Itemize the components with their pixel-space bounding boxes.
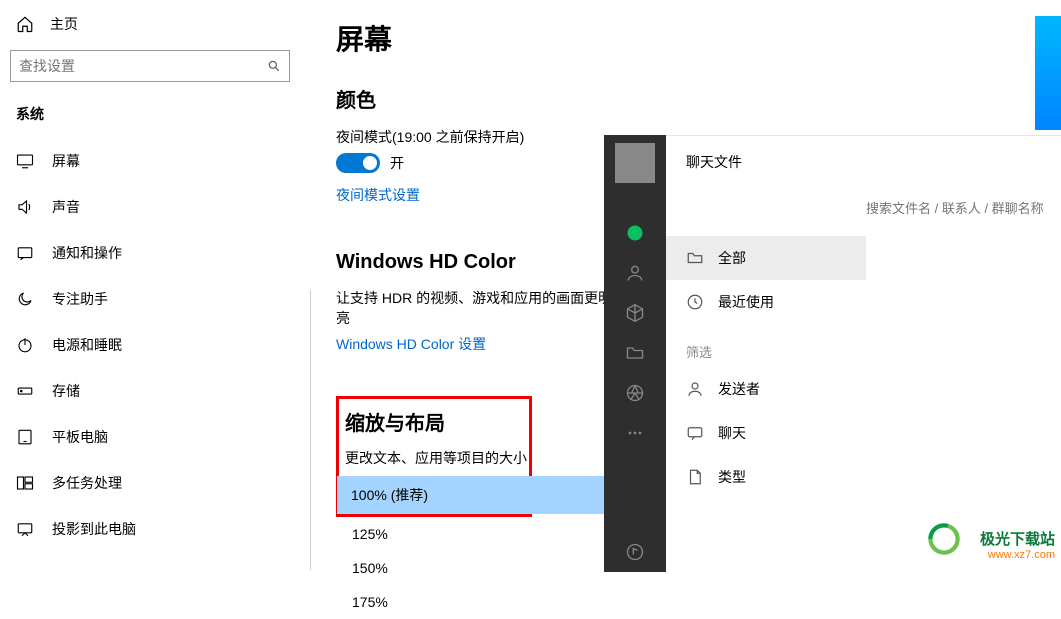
- chat-bubble-icon: [686, 424, 704, 442]
- nav-label: 平板电脑: [52, 427, 108, 447]
- watermark-url: www.xz7.com: [980, 549, 1055, 562]
- sidebar-item-multitask[interactable]: 多任务处理: [0, 460, 300, 506]
- project-icon: [16, 520, 34, 538]
- item-label: 聊天: [718, 423, 746, 443]
- color-heading: 颜色: [336, 84, 630, 113]
- clock-icon: [686, 293, 704, 311]
- nav-label: 投影到此电脑: [52, 519, 136, 539]
- monitor-icon: [16, 152, 34, 170]
- scale-option-100[interactable]: 100% (推荐): [337, 476, 617, 514]
- file-search-input[interactable]: [866, 194, 1047, 222]
- speaker-icon: [16, 198, 34, 216]
- notification-icon: [16, 244, 34, 262]
- settings-sidebar: 主页 系统 屏幕 声音 通知和操作 专注助手 电源和睡眠 存储: [0, 0, 300, 572]
- decorative-blue-strip: [1035, 16, 1061, 130]
- hdcolor-settings-link[interactable]: Windows HD Color 设置: [336, 334, 486, 354]
- toggle-state-text: 开: [390, 153, 404, 173]
- nav-label: 多任务处理: [52, 473, 122, 493]
- search-icon: [267, 59, 281, 73]
- person-icon: [686, 380, 704, 398]
- home-icon: [16, 15, 34, 33]
- power-icon: [16, 336, 34, 354]
- files-nav: 全部 最近使用 筛选 发送者 聊天 类型: [666, 232, 866, 499]
- scale-option-150[interactable]: 150%: [334, 551, 614, 585]
- more-icon[interactable]: [615, 413, 655, 453]
- sidebar-item-sound[interactable]: 声音: [0, 184, 300, 230]
- music-icon[interactable]: [615, 532, 655, 572]
- filter-label: 筛选: [666, 324, 866, 367]
- item-label: 最近使用: [718, 292, 774, 312]
- main-content: 屏幕 颜色 夜间模式(19:00 之前保持开启) 开 夜间模式设置 Window…: [310, 0, 630, 619]
- storage-icon: [16, 382, 34, 400]
- item-label: 全部: [718, 248, 746, 268]
- nav-label: 电源和睡眠: [52, 335, 122, 355]
- files-recent[interactable]: 最近使用: [666, 280, 866, 324]
- scale-desc: 更改文本、应用等项目的大小: [339, 448, 529, 468]
- panel-title: 聊天文件: [666, 136, 1061, 188]
- sidebar-home[interactable]: 主页: [0, 0, 300, 42]
- sidebar-item-display[interactable]: 屏幕: [0, 138, 300, 184]
- nav-label: 屏幕: [52, 151, 80, 171]
- scale-option-175[interactable]: 175%: [334, 585, 614, 619]
- nav-label: 通知和操作: [52, 243, 122, 263]
- category-system-label: 系统: [0, 96, 300, 138]
- multitask-icon: [16, 474, 34, 492]
- chat-files-panel: 聊天文件 全部 最近使用 筛选 发送者 聊天 类型: [666, 135, 1061, 572]
- file-icon: [686, 468, 704, 486]
- contacts-icon[interactable]: [615, 253, 655, 293]
- nav-label: 存储: [52, 381, 80, 401]
- folder-icon[interactable]: [615, 333, 655, 373]
- sidebar-item-notifications[interactable]: 通知和操作: [0, 230, 300, 276]
- night-mode-label: 夜间模式(19:00 之前保持开启): [336, 127, 630, 147]
- nav-list: 屏幕 声音 通知和操作 专注助手 电源和睡眠 存储 平板电脑 多任务处理: [0, 138, 300, 552]
- sidebar-item-tablet[interactable]: 平板电脑: [0, 414, 300, 460]
- item-label: 发送者: [718, 379, 760, 399]
- scale-dropdown[interactable]: 100% (推荐): [339, 476, 529, 514]
- scale-option-125[interactable]: 125%: [334, 517, 614, 551]
- filter-chat[interactable]: 聊天: [666, 411, 866, 455]
- avatar[interactable]: [615, 143, 655, 183]
- watermark: 极光下载站 www.xz7.com: [980, 531, 1055, 562]
- chat-app-sidebar: [604, 135, 666, 572]
- search-field[interactable]: [19, 58, 267, 74]
- cube-icon[interactable]: [615, 293, 655, 333]
- item-label: 类型: [718, 467, 746, 487]
- sidebar-item-project[interactable]: 投影到此电脑: [0, 506, 300, 552]
- file-search-field[interactable]: [866, 201, 1047, 216]
- chat-icon[interactable]: [615, 213, 655, 253]
- scale-heading: 缩放与布局: [339, 407, 529, 436]
- folder-icon: [686, 249, 704, 267]
- filter-type[interactable]: 类型: [666, 455, 866, 499]
- night-mode-settings-link[interactable]: 夜间模式设置: [336, 185, 420, 205]
- night-mode-toggle[interactable]: [336, 153, 380, 173]
- aperture-icon[interactable]: [615, 373, 655, 413]
- tablet-icon: [16, 428, 34, 446]
- page-title: 屏幕: [336, 18, 630, 58]
- hdcolor-heading: Windows HD Color: [336, 251, 630, 274]
- moon-icon: [16, 290, 34, 308]
- highlight-box: 缩放与布局 更改文本、应用等项目的大小 100% (推荐): [336, 396, 532, 517]
- sidebar-item-storage[interactable]: 存储: [0, 368, 300, 414]
- sidebar-item-power[interactable]: 电源和睡眠: [0, 322, 300, 368]
- search-settings-input[interactable]: [10, 50, 290, 82]
- filter-sender[interactable]: 发送者: [666, 367, 866, 411]
- hdcolor-desc: 让支持 HDR 的视频、游戏和应用的画面更明亮: [336, 288, 616, 328]
- sidebar-item-focus[interactable]: 专注助手: [0, 276, 300, 322]
- files-all[interactable]: 全部: [666, 236, 866, 280]
- nav-label: 声音: [52, 197, 80, 217]
- watermark-text: 极光下载站: [980, 531, 1055, 549]
- logo-icon: [927, 522, 961, 556]
- nav-label: 专注助手: [52, 289, 108, 309]
- home-label: 主页: [50, 14, 78, 34]
